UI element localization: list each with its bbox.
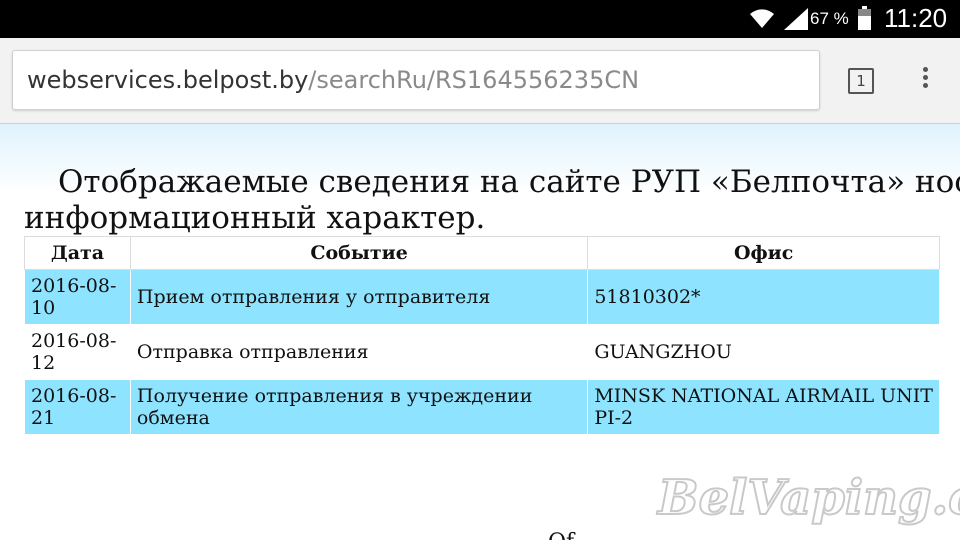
table-row: 2016-08-10 Прием отправления у отправите… [24, 269, 940, 325]
partial-footer-text: Of [548, 530, 574, 540]
page-content: Отображаемые сведения на сайте РУП «Белп… [0, 124, 960, 540]
browser-toolbar: webservices.belpost.by/searchRu/RS164556… [0, 38, 960, 124]
cell-date: 2016-08-21 [24, 379, 131, 435]
cell-event: Отправка отправления [129, 324, 589, 380]
status-bar: 67 % 11:20 [0, 0, 960, 38]
cell-event: Получение отправления в учреждении обмен… [129, 379, 589, 435]
overflow-menu-icon[interactable] [915, 64, 935, 96]
tracking-table: Дата Событие Офис 2016-08-10 Прием отпра… [24, 236, 940, 435]
watermark-logo: BelVaping.com [657, 469, 960, 527]
cell-date: 2016-08-10 [24, 269, 131, 325]
battery-percent: 67 % [810, 9, 849, 28]
clock: 11:20 [884, 3, 948, 33]
table-row: 2016-08-12 Отправка отправления GUANGZHO… [24, 324, 940, 380]
url-domain: webservices.belpost.by [27, 66, 309, 94]
cell-office: 51810302* [587, 269, 940, 325]
battery-icon [858, 6, 871, 30]
cell-event: Прием отправления у отправителя [129, 269, 589, 325]
cell-office: MINSK NATIONAL AIRMAIL UNIT PI-2 [587, 379, 940, 435]
wifi-icon [750, 9, 774, 28]
signal-icon [784, 8, 808, 30]
header-office: Офис [587, 236, 940, 270]
disclaimer-text: Отображаемые сведения на сайте РУП «Белп… [24, 164, 960, 236]
url-path: /searchRu/RS164556235CN [308, 66, 640, 94]
tab-switcher-button[interactable]: 1 [848, 68, 874, 94]
cell-date: 2016-08-12 [24, 324, 131, 380]
header-event: Событие [129, 236, 589, 270]
table-row: 2016-08-21 Получение отправления в учреж… [24, 379, 940, 435]
header-date: Дата [24, 236, 131, 270]
address-bar[interactable]: webservices.belpost.by/searchRu/RS164556… [12, 50, 820, 110]
cell-office: GUANGZHOU [587, 324, 940, 380]
